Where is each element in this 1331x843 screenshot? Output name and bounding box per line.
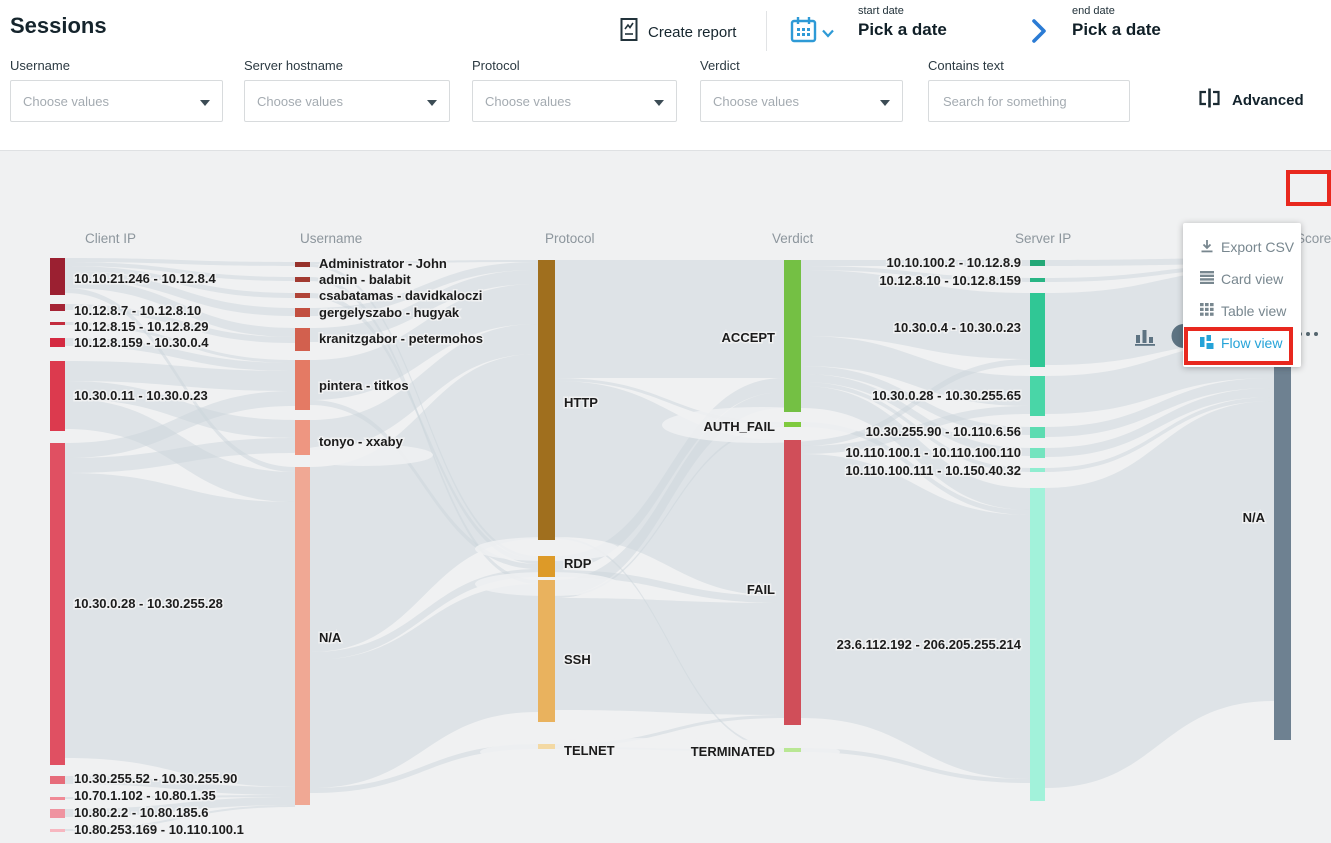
- filter-select[interactable]: Choose values: [244, 80, 450, 122]
- date-range-arrow-icon: [1030, 18, 1048, 49]
- end-date-picker[interactable]: end date Pick a date: [1072, 5, 1161, 40]
- filter-verdict: Verdict Choose values: [700, 58, 903, 122]
- menu-item-label: Table view: [1221, 303, 1286, 319]
- table-view-icon: [1200, 303, 1214, 319]
- calendar-icon: [790, 16, 819, 49]
- bar-chart-view-button[interactable]: [1134, 326, 1157, 349]
- filter-select[interactable]: Choose values: [472, 80, 677, 122]
- view-options-menu: Export CSV Card view Table view Flow view: [1183, 223, 1301, 367]
- content-background: [0, 150, 1331, 843]
- chevron-down-icon: [200, 100, 210, 106]
- sessions-page: 10.10.21.246 - 10.12.8.410.12.8.7 - 10.1…: [0, 0, 1331, 843]
- chevron-down-icon: [427, 100, 437, 106]
- page-title: Sessions: [10, 13, 107, 39]
- search-input[interactable]: [941, 93, 1117, 110]
- results-toolbar: 1 - 20 of 239: [0, 150, 1331, 218]
- menu-item-card-view[interactable]: Card view: [1183, 263, 1301, 295]
- menu-item-export-csv[interactable]: Export CSV: [1183, 231, 1301, 263]
- end-date-label: end date: [1072, 5, 1161, 17]
- chevron-down-icon: [654, 100, 664, 106]
- header-divider: [766, 11, 767, 51]
- header: Sessions Create report start date Pick a…: [0, 0, 1331, 150]
- menu-item-flow-view[interactable]: Flow view: [1183, 327, 1301, 359]
- menu-item-label: Card view: [1221, 271, 1283, 287]
- filter-username: Username Choose values: [10, 58, 223, 122]
- filter-label: Protocol: [472, 58, 677, 73]
- advanced-button[interactable]: Advanced: [1198, 88, 1304, 112]
- start-date-picker[interactable]: start date Pick a date: [858, 5, 947, 40]
- filter-select[interactable]: Choose values: [700, 80, 903, 122]
- start-date-value: Pick a date: [858, 20, 947, 40]
- end-date-value: Pick a date: [1072, 20, 1161, 40]
- filter-select[interactable]: Choose values: [10, 80, 223, 122]
- filter-label: Username: [10, 58, 223, 73]
- menu-item-label: Export CSV: [1221, 239, 1294, 255]
- filter-placeholder: Choose values: [23, 94, 109, 109]
- filter-protocol: Protocol Choose values: [472, 58, 677, 122]
- create-report-button[interactable]: Create report: [620, 17, 736, 47]
- advanced-filter-icon: [1198, 88, 1221, 112]
- contains-text-filter: Contains text: [928, 58, 1130, 122]
- contains-text-label: Contains text: [928, 58, 1130, 73]
- bar-chart-icon: [1134, 334, 1157, 349]
- start-date-label: start date: [858, 5, 947, 17]
- filter-label: Server hostname: [244, 58, 450, 73]
- contains-text-box: [928, 80, 1130, 122]
- menu-item-table-view[interactable]: Table view: [1183, 295, 1301, 327]
- filter-server-hostname: Server hostname Choose values: [244, 58, 450, 122]
- download-icon: [1200, 239, 1214, 256]
- filter-label: Verdict: [700, 58, 903, 73]
- report-icon: [620, 17, 639, 47]
- filter-placeholder: Choose values: [485, 94, 571, 109]
- filter-placeholder: Choose values: [713, 94, 799, 109]
- chevron-down-icon: [822, 25, 834, 43]
- filter-placeholder: Choose values: [257, 94, 343, 109]
- date-picker-toggle[interactable]: [790, 16, 834, 49]
- flow-view-icon: [1200, 335, 1214, 352]
- card-view-icon: [1200, 271, 1214, 287]
- create-report-label: Create report: [648, 24, 736, 41]
- menu-item-label: Flow view: [1221, 335, 1282, 351]
- chevron-down-icon: [880, 100, 890, 106]
- advanced-label: Advanced: [1232, 92, 1304, 109]
